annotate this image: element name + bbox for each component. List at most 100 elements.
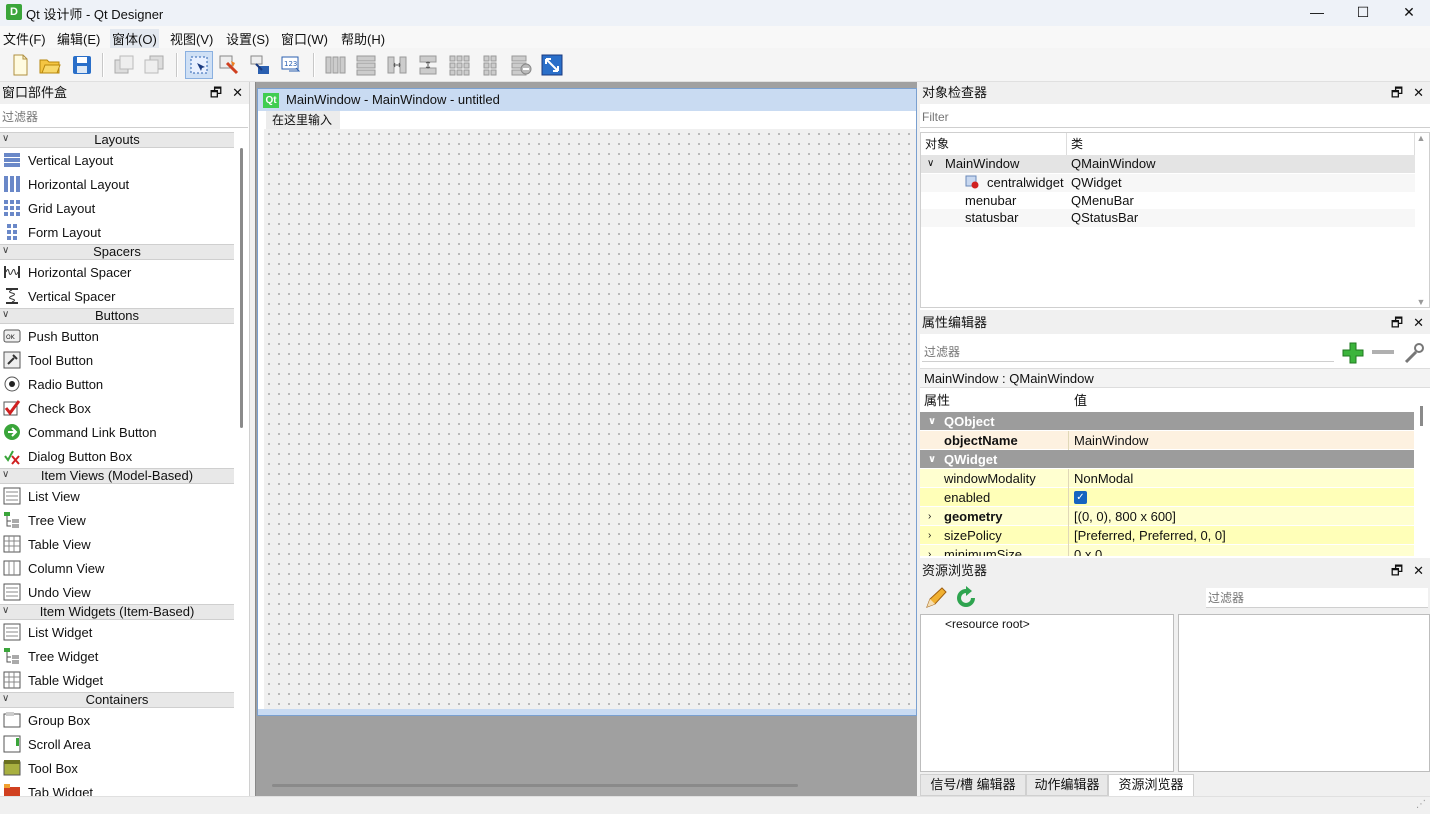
category-1[interactable]: ∨ Spacers <box>0 244 234 260</box>
enabled-checkbox[interactable]: ✓ <box>1074 491 1087 504</box>
float-icon[interactable]: 🗗 <box>210 85 222 100</box>
widget-item[interactable]: Tab Widget <box>0 780 234 796</box>
widget-item[interactable]: Scroll Area <box>0 732 234 756</box>
tab-signal-slot-editor[interactable]: 信号/槽 编辑器 <box>920 774 1026 796</box>
configure-icon[interactable] <box>1402 340 1426 366</box>
chevron-down-icon[interactable]: ∨ <box>928 450 936 469</box>
close-icon[interactable]: ✕ <box>1413 563 1424 578</box>
widget-item[interactable]: Command Link Button <box>0 420 234 444</box>
send-to-back-icon[interactable] <box>110 51 138 79</box>
edit-signals-slots-icon[interactable] <box>215 51 243 79</box>
menu-help[interactable]: 帮助(H) <box>341 29 385 48</box>
size-grip-icon[interactable]: ⋰ <box>1416 799 1426 810</box>
scroll-up-icon[interactable]: ▲ <box>1415 133 1427 143</box>
widget-item[interactable]: Horizontal Spacer <box>0 260 234 284</box>
column-class[interactable]: 类 <box>1067 133 1415 155</box>
category-0[interactable]: ∨ Layouts <box>0 132 234 148</box>
float-icon[interactable]: 🗗 <box>1391 563 1403 578</box>
menu-view[interactable]: 视图(V) <box>170 29 213 48</box>
menu-edit[interactable]: 编辑(E) <box>57 29 100 48</box>
property-row-geometry[interactable]: › geometry [(0, 0), 800 x 600] <box>920 507 1414 526</box>
category-4[interactable]: ∨ Item Widgets (Item-Based) <box>0 604 234 620</box>
group-qwidget[interactable]: ∨ QWidget <box>920 450 1414 469</box>
chevron-down-icon[interactable]: ∨ <box>2 244 9 258</box>
widget-item[interactable]: Dialog Button Box <box>0 444 234 468</box>
property-table-scrollbar[interactable] <box>1420 406 1423 426</box>
chevron-down-icon[interactable]: ∨ <box>2 308 9 322</box>
chevron-right-icon[interactable]: › <box>928 545 931 556</box>
widget-item[interactable]: Undo View <box>0 580 234 604</box>
resource-root-item[interactable]: <resource root> <box>945 617 1030 631</box>
widget-item[interactable]: Tree Widget <box>0 644 234 668</box>
save-icon[interactable] <box>68 51 96 79</box>
widget-item[interactable]: Form Layout <box>0 220 234 244</box>
horizontal-splitter-icon[interactable] <box>383 51 411 79</box>
property-row-minimumsize[interactable]: › minimumSize 0 x 0 <box>920 545 1414 556</box>
tree-row-statusbar[interactable]: statusbar QStatusBar <box>921 209 1415 227</box>
chevron-down-icon[interactable]: ∨ <box>2 692 9 706</box>
tab-resource-browser[interactable]: 资源浏览器 <box>1108 774 1194 796</box>
widget-item[interactable]: Horizontal Layout <box>0 172 234 196</box>
minimize-button[interactable]: — <box>1294 0 1340 26</box>
column-property[interactable]: 属性 <box>924 390 950 412</box>
form-layout-icon[interactable] <box>476 51 504 79</box>
bring-to-front-icon[interactable] <box>140 51 168 79</box>
float-icon[interactable]: 🗗 <box>1391 315 1403 330</box>
column-object[interactable]: 对象 <box>921 133 1067 155</box>
float-icon[interactable]: 🗗 <box>1391 85 1403 100</box>
column-value[interactable]: 值 <box>1074 390 1087 412</box>
property-row-windowmodality[interactable]: windowModality NonModal <box>920 469 1414 488</box>
widget-item[interactable]: List View <box>0 484 234 508</box>
widget-item[interactable]: Table Widget <box>0 668 234 692</box>
widget-item[interactable]: Tree View <box>0 508 234 532</box>
property-row-enabled[interactable]: enabled ✓ <box>920 488 1414 507</box>
widget-item[interactable]: Tool Button <box>0 348 234 372</box>
edit-resources-icon[interactable] <box>924 586 948 610</box>
widget-box-scrollbar[interactable] <box>240 148 243 428</box>
category-2[interactable]: ∨ Buttons <box>0 308 234 324</box>
tree-row-menubar[interactable]: menubar QMenuBar <box>921 192 1415 210</box>
adjust-size-icon[interactable] <box>538 51 566 79</box>
chevron-down-icon[interactable]: ∨ <box>2 604 9 618</box>
edit-widgets-icon[interactable] <box>185 51 213 79</box>
break-layout-icon[interactable] <box>507 51 535 79</box>
close-icon[interactable]: ✕ <box>232 85 243 100</box>
lay-out-horizontally-icon[interactable] <box>321 51 349 79</box>
widget-item[interactable]: OK Push Button <box>0 324 234 348</box>
widget-item[interactable]: Column View <box>0 556 234 580</box>
scroll-down-icon[interactable]: ▼ <box>1415 297 1427 307</box>
widget-item[interactable]: Vertical Spacer <box>0 284 234 308</box>
property-row-objectname[interactable]: objectName MainWindow <box>920 431 1414 450</box>
edit-tab-order-icon[interactable]: 123 <box>277 51 305 79</box>
form-window[interactable]: MainWindow - MainWindow - untitled Qt 在这… <box>257 88 917 716</box>
close-icon[interactable]: ✕ <box>1413 85 1424 100</box>
chevron-down-icon[interactable]: ∨ <box>928 412 936 431</box>
menu-form[interactable]: 窗体(O) <box>110 29 159 48</box>
maximize-button[interactable]: ☐ <box>1340 0 1386 26</box>
chevron-down-icon[interactable]: ∨ <box>927 155 934 173</box>
widget-item[interactable]: Group Box <box>0 708 234 732</box>
vertical-splitter-icon[interactable] <box>414 51 442 79</box>
widget-item[interactable]: List Widget <box>0 620 234 644</box>
property-filter-input[interactable] <box>922 342 1334 362</box>
widget-item[interactable]: Radio Button <box>0 372 234 396</box>
widget-item[interactable]: Check Box <box>0 396 234 420</box>
widget-box-filter-input[interactable] <box>0 106 248 128</box>
category-3[interactable]: ∨ Item Views (Model-Based) <box>0 468 234 484</box>
widget-item[interactable]: Vertical Layout <box>0 148 234 172</box>
menu-settings[interactable]: 设置(S) <box>226 29 269 48</box>
chevron-right-icon[interactable]: › <box>928 507 931 526</box>
close-icon[interactable]: ✕ <box>1413 315 1424 330</box>
form-menu-type-here[interactable]: 在这里输入 <box>266 111 340 129</box>
mdi-horizontal-scrollbar[interactable] <box>272 784 798 787</box>
edit-buddies-icon[interactable] <box>246 51 274 79</box>
grid-layout-icon[interactable] <box>445 51 473 79</box>
close-button[interactable]: ✕ <box>1386 0 1430 26</box>
widget-item[interactable]: Tool Box <box>0 756 234 780</box>
reload-icon[interactable] <box>954 586 978 610</box>
group-qobject[interactable]: ∨ QObject <box>920 412 1414 431</box>
menu-file[interactable]: 文件(F) <box>3 29 46 48</box>
remove-property-icon[interactable] <box>1372 350 1394 354</box>
chevron-right-icon[interactable]: › <box>928 526 931 545</box>
lay-out-vertically-icon[interactable] <box>352 51 380 79</box>
